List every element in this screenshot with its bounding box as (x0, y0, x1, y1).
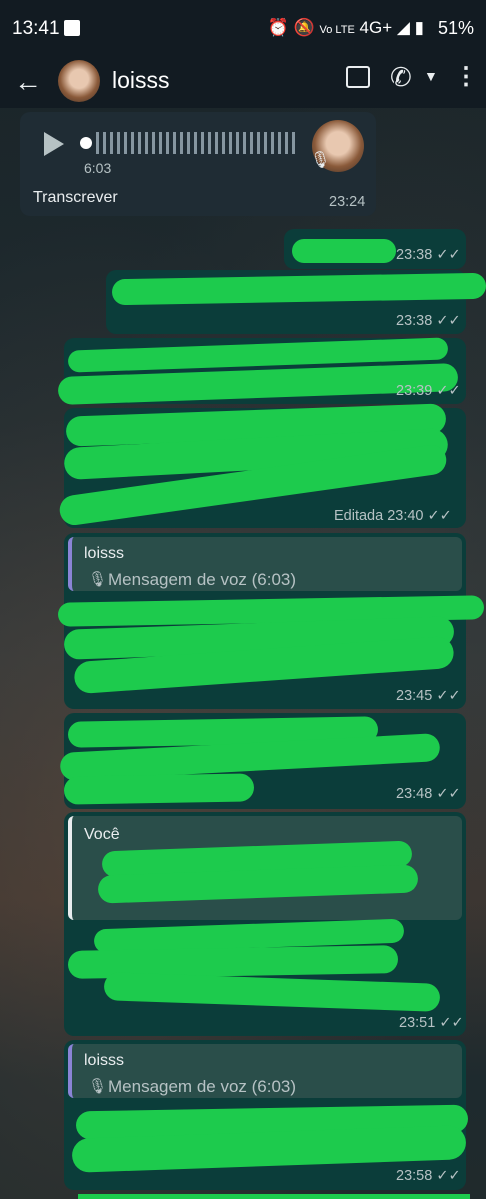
redaction-mark (78, 1194, 470, 1199)
contact-avatar[interactable] (58, 60, 100, 102)
outgoing-message[interactable]: 23:38 ✓✓ (106, 270, 486, 334)
status-time: 13:41 (12, 18, 60, 39)
outgoing-reply-message[interactable]: loisss 🎙 Mensagem de voz (6:03) 23:45 ✓✓ (57, 533, 485, 709)
redaction-mark (63, 773, 255, 805)
message-time: 23:38 ✓✓ (396, 247, 461, 263)
mic-icon: 🎙 (88, 571, 108, 588)
outgoing-message[interactable]: 23:48 ✓✓ (59, 713, 466, 809)
network-label: 4G+ (359, 18, 393, 37)
outgoing-message[interactable]: 23:39 ✓✓ (57, 337, 466, 405)
quote-text: Mensagem de voz (6:03) (108, 570, 297, 589)
message-time: 23:51 ✓✓ (399, 1015, 464, 1031)
quoted-message[interactable]: loisss 🎙 Mensagem de voz (6:03) (68, 1044, 462, 1098)
status-icons: ⏰ 🔕 Vo LTE 4G+ ◢ ▮ (267, 18, 424, 37)
redaction-mark (103, 972, 441, 1012)
quote-author: loisss (84, 545, 125, 562)
playback-scrubber[interactable] (80, 137, 92, 149)
quoted-message[interactable]: Você (68, 816, 462, 920)
quote-author: Você (84, 826, 120, 843)
call-icon[interactable]: ✆ (390, 62, 412, 93)
status-bar: 13:41 ⏰ 🔕 Vo LTE 4G+ ◢ ▮ 51% (0, 0, 486, 58)
message-time: 23:45 ✓✓ (396, 688, 461, 704)
waveform[interactable] (96, 132, 298, 154)
play-icon[interactable] (44, 132, 64, 156)
message-time: 23:38 ✓✓ (396, 313, 461, 329)
voice-message-bubble[interactable]: 6:03 🎙 Transcrever 23:24 (20, 112, 376, 216)
outgoing-message[interactable]: 23:38 ✓✓ (284, 229, 466, 269)
outgoing-reply-message[interactable]: loisss 🎙 Mensagem de voz (6:03) 23:58 ✓✓ (64, 1040, 469, 1190)
battery-level: 51% (437, 18, 474, 38)
notification-icon (64, 20, 80, 36)
transcribe-button[interactable]: Transcrever (33, 189, 118, 207)
chat-header: ← loisss ✆ ▼ ⋮ (0, 58, 486, 108)
message-time: 23:24 (329, 194, 366, 210)
message-time: 23:48 ✓✓ (396, 786, 461, 802)
voice-duration: 6:03 (84, 160, 112, 176)
more-options-icon[interactable]: ⋮ (454, 62, 478, 91)
message-time: Editada 23:40 ✓✓ (334, 508, 452, 524)
message-time: 23:39 ✓✓ (396, 383, 461, 399)
message-time: 23:58 ✓✓ (396, 1168, 461, 1184)
back-arrow-icon[interactable]: ← (14, 66, 42, 98)
quote-author: loisss (84, 1052, 125, 1069)
call-dropdown-icon[interactable]: ▼ (424, 68, 438, 84)
redaction-mark (292, 239, 396, 263)
store-icon[interactable] (346, 66, 370, 88)
contact-name[interactable]: loisss (112, 67, 170, 94)
outgoing-message[interactable]: Editada 23:40 ✓✓ (57, 403, 466, 528)
quote-text: Mensagem de voz (6:03) (108, 1077, 297, 1096)
mic-icon: 🎙 (310, 152, 331, 169)
outgoing-reply-message[interactable]: Você 23:51 ✓✓ (64, 812, 466, 1036)
redaction-mark (111, 272, 486, 306)
quoted-message[interactable]: loisss 🎙 Mensagem de voz (6:03) (68, 537, 462, 591)
mic-icon: 🎙 (88, 1078, 108, 1095)
